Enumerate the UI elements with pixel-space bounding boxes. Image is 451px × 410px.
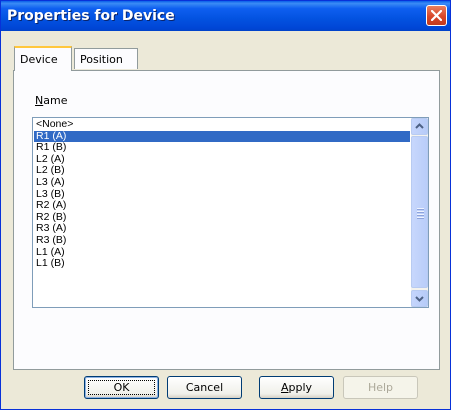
tab-position-label: Position [80,53,123,66]
name-label-rest: ame [43,94,68,107]
close-button[interactable] [426,5,447,26]
list-item[interactable]: R2 (B) [34,211,410,224]
scroll-down-button[interactable] [411,290,428,307]
list-item[interactable]: L3 (A) [34,176,410,189]
thumb-grip [417,211,424,213]
scroll-thumb[interactable] [411,136,428,288]
name-label-accelerator: N [35,94,44,107]
ok-button[interactable]: OK [84,376,159,399]
window-title: Properties for Device [7,8,175,24]
list-item[interactable]: R3 (B) [34,234,410,247]
name-list-items: <None> R1 (A) R1 (B) L2 (A) L2 (B) L3 (A) L3 (… [34,118,410,270]
list-item[interactable]: L2 (A) [34,153,410,166]
list-item[interactable]: R3 (A) [34,223,410,235]
list-item[interactable]: R1 (A) [34,130,410,143]
thumb-grip [417,214,424,216]
tab-position[interactable]: Position [74,48,138,69]
title-bar[interactable]: Properties for Device [1,1,450,31]
listbox-scrollbar[interactable] [411,118,428,307]
thumb-grip [417,208,424,210]
help-button-label: Help [367,381,394,394]
scroll-up-button[interactable] [411,118,428,135]
list-item[interactable]: L1 (B) [34,258,410,270]
tab-device[interactable]: Device [14,46,72,71]
focus-rectangle [88,380,155,395]
tab-device-label: Device [20,53,58,66]
list-item[interactable]: L3 (B) [34,188,410,201]
list-item[interactable]: R2 (A) [34,200,410,212]
close-icon [431,10,442,21]
thumb-grip [417,217,424,219]
list-item[interactable]: <None> [34,118,410,131]
apply-button-label: pply [288,381,313,394]
cancel-button-label: Cancel [185,381,224,394]
cancel-button[interactable]: Cancel [167,376,242,399]
chevron-down-icon [415,296,424,302]
list-item[interactable]: L1 (A) [34,246,410,259]
properties-dialog: Properties for Device Device Position Na… [0,0,451,410]
list-item[interactable]: R1 (B) [34,142,410,154]
name-label: Name [35,94,67,107]
apply-button[interactable]: Apply [259,376,334,399]
name-listbox[interactable]: <None> R1 (A) R1 (B) L2 (A) L2 (B) L3 (A) L3 (… [32,117,429,308]
chevron-up-icon [415,123,424,129]
help-button: Help [343,376,418,399]
list-item[interactable]: L2 (B) [34,165,410,177]
apply-button-accelerator: A [280,381,289,394]
